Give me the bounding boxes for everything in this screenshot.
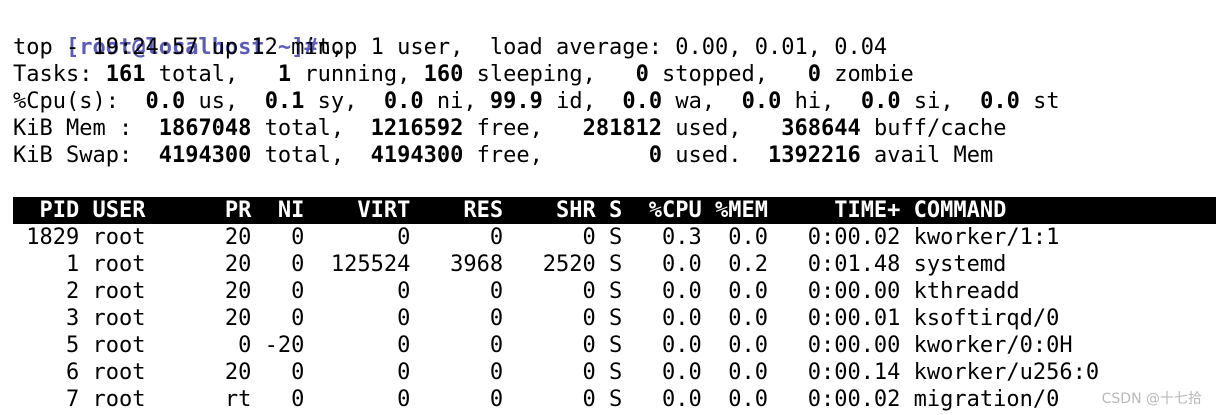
shell-prompt-line: [root@localhost ~]#top bbox=[13, 7, 357, 60]
process-row: 1829 root 20 0 0 0 0 S 0.3 0.0 0:00.02 k… bbox=[13, 225, 1060, 250]
process-row: 7 root rt 0 0 0 0 S 0.0 0.0 0:00.02 migr… bbox=[13, 387, 1060, 412]
process-row: 1 root 20 0 125524 3968 2520 S 0.0 0.2 0… bbox=[13, 252, 1007, 277]
terminal-window[interactable]: [root@localhost ~]#top top - 19:24:57 up… bbox=[0, 0, 1216, 415]
process-row: 5 root 0 -20 0 0 0 S 0.0 0.0 0:00.00 kwo… bbox=[13, 333, 1073, 358]
process-row: 3 root 20 0 0 0 0 S 0.0 0.0 0:00.01 ksof… bbox=[13, 306, 1060, 331]
process-row: 2 root 20 0 0 0 0 S 0.0 0.0 0:00.00 kthr… bbox=[13, 279, 1020, 304]
top-uptime-line: top - 19:24:57 up 12 min, 1 user, load a… bbox=[13, 35, 888, 60]
process-row: 6 root 20 0 0 0 0 S 0.0 0.0 0:00.14 kwor… bbox=[13, 360, 1100, 385]
swap-line: KiB Swap: 4194300 total, 4194300 free, 0… bbox=[13, 143, 994, 168]
process-table-header: PID USER PR NI VIRT RES SHR S %CPU %MEM … bbox=[13, 197, 1216, 224]
cpu-line: %Cpu(s): 0.0 us, 0.1 sy, 0.0 ni, 99.9 id… bbox=[13, 89, 1060, 114]
tasks-line: Tasks: 161 total, 1 running, 160 sleepin… bbox=[13, 62, 914, 87]
watermark: CSDN @十七拾 bbox=[1101, 391, 1202, 407]
mem-line: KiB Mem : 1867048 total, 1216592 free, 2… bbox=[13, 116, 1007, 141]
